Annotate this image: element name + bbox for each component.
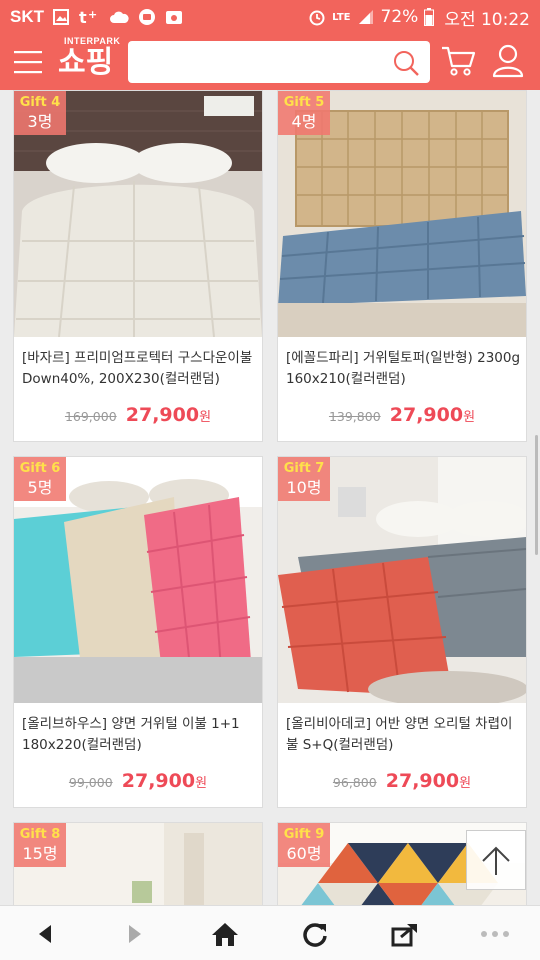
price-row: 169,000 27,900원 (14, 404, 262, 426)
product-card[interactable]: Gift 4 3명 [바자르] 프리미엄프로텍터 구스다운이불 Down40%,… (13, 90, 263, 442)
app-icon (138, 8, 156, 26)
gift-label: Gift 8 (19, 827, 61, 842)
home-icon (212, 923, 238, 946)
original-price: 96,800 (332, 775, 377, 790)
search-box (128, 41, 430, 83)
tmembership-icon: t + (78, 8, 100, 26)
more-button[interactable] (480, 920, 510, 948)
refresh-icon (303, 923, 327, 947)
gift-label: Gift 4 (19, 95, 61, 110)
photo-icon (165, 9, 183, 25)
forward-button[interactable] (120, 920, 150, 948)
original-price: 99,000 (68, 775, 113, 790)
more-icon (481, 931, 509, 937)
gift-count: 5명 (27, 478, 53, 497)
menu-button[interactable] (12, 47, 46, 77)
sale-price: 27,900 (389, 404, 464, 426)
search-icon (394, 51, 419, 76)
gift-count: 15명 (22, 844, 58, 863)
sale-price: 27,900 (121, 770, 196, 792)
cart-icon (442, 46, 476, 76)
search-input[interactable] (128, 41, 388, 83)
battery-percent: 72% (380, 7, 419, 27)
gift-count: 4명 (291, 112, 317, 131)
original-price: 139,800 (328, 409, 381, 424)
price-row: 96,800 27,900원 (278, 770, 526, 792)
gift-badge: Gift 8 15명 (14, 823, 66, 867)
gift-badge: Gift 9 60명 (278, 823, 330, 867)
interpark-shopping-logo[interactable]: INTERPARK 쇼핑 (58, 36, 120, 80)
gift-badge: Gift 4 3명 (14, 91, 66, 135)
scrollbar-thumb[interactable] (535, 435, 538, 555)
carrier-label: SKT (10, 7, 44, 26)
gift-badge: Gift 7 10명 (278, 457, 330, 501)
price-row: 139,800 27,900원 (278, 404, 526, 426)
product-grid[interactable]: Gift 4 3명 [바자르] 프리미엄프로텍터 구스다운이불 Down40%,… (0, 90, 540, 905)
search-button[interactable] (392, 49, 420, 77)
forward-arrow-icon (129, 925, 141, 943)
gift-count: 3명 (27, 112, 53, 131)
product-card[interactable]: Gift 8 15명 (13, 822, 263, 905)
svg-text:+: + (88, 8, 97, 21)
price-row: 99,000 27,900원 (14, 770, 262, 792)
gallery-icon (53, 9, 69, 25)
cart-button[interactable] (440, 44, 476, 78)
product-title[interactable]: [바자르] 프리미엄프로텍터 구스다운이불 Down40%, 200X230(컬… (22, 348, 258, 390)
gift-label: Gift 7 (283, 461, 325, 476)
hamburger-icon (14, 51, 42, 74)
gift-count: 60명 (286, 844, 322, 863)
product-card[interactable]: Gift 7 10명 [올리비아데코] 어반 양면 오리털 차렵이불 S+Q(컬… (277, 456, 527, 808)
gift-label: Gift 6 (19, 461, 61, 476)
currency-unit: 원 (199, 410, 212, 425)
user-icon (492, 44, 524, 78)
svg-text:t: t (79, 8, 87, 26)
share-button[interactable] (390, 920, 420, 948)
currency-unit: 원 (459, 776, 472, 791)
gift-badge: Gift 6 5명 (14, 457, 66, 501)
gift-badge: Gift 5 4명 (278, 91, 330, 135)
sale-price: 27,900 (385, 770, 460, 792)
back-button[interactable] (30, 920, 60, 948)
signal-icon (357, 9, 375, 25)
battery-icon (424, 8, 435, 26)
browser-toolbar (0, 905, 540, 960)
arrow-up-icon (482, 846, 510, 875)
currency-unit: 원 (195, 776, 208, 791)
network-type-label: LTE (332, 11, 351, 23)
currency-unit: 원 (463, 410, 476, 425)
product-card[interactable]: Gift 6 5명 [올리브하우스] 양면 거위털 이불 1+1 180x220… (13, 456, 263, 808)
status-bar: SKT t + LTE 72% 오전 10:22 (0, 0, 540, 34)
home-button[interactable] (210, 920, 240, 948)
product-title[interactable]: [올리브하우스] 양면 거위털 이불 1+1 180x220(컬러랜덤) (22, 714, 258, 756)
original-price: 169,000 (64, 409, 117, 424)
product-card[interactable]: Gift 5 4명 [에꼴드파리] 거위털토퍼(일반형) 2300g 160x2… (277, 90, 527, 442)
gift-count: 10명 (286, 478, 322, 497)
gift-label: Gift 5 (283, 95, 325, 110)
back-arrow-icon (39, 925, 51, 943)
cloud-icon (109, 10, 129, 24)
app-header: INTERPARK 쇼핑 (0, 34, 540, 90)
sale-price: 27,900 (125, 404, 200, 426)
refresh-button[interactable] (300, 920, 330, 948)
product-title[interactable]: [에꼴드파리] 거위털토퍼(일반형) 2300g 160x210(컬러랜덤) (286, 348, 522, 390)
product-title[interactable]: [올리비아데코] 어반 양면 오리털 차렵이불 S+Q(컬러랜덤) (286, 714, 522, 756)
logo-big-text: 쇼핑 (58, 45, 114, 80)
share-icon (391, 924, 417, 947)
alarm-icon (308, 8, 326, 26)
scroll-to-top-button[interactable] (466, 830, 526, 890)
my-page-button[interactable] (491, 43, 525, 79)
gift-label: Gift 9 (283, 827, 325, 842)
clock: 오전 10:22 (444, 9, 530, 30)
